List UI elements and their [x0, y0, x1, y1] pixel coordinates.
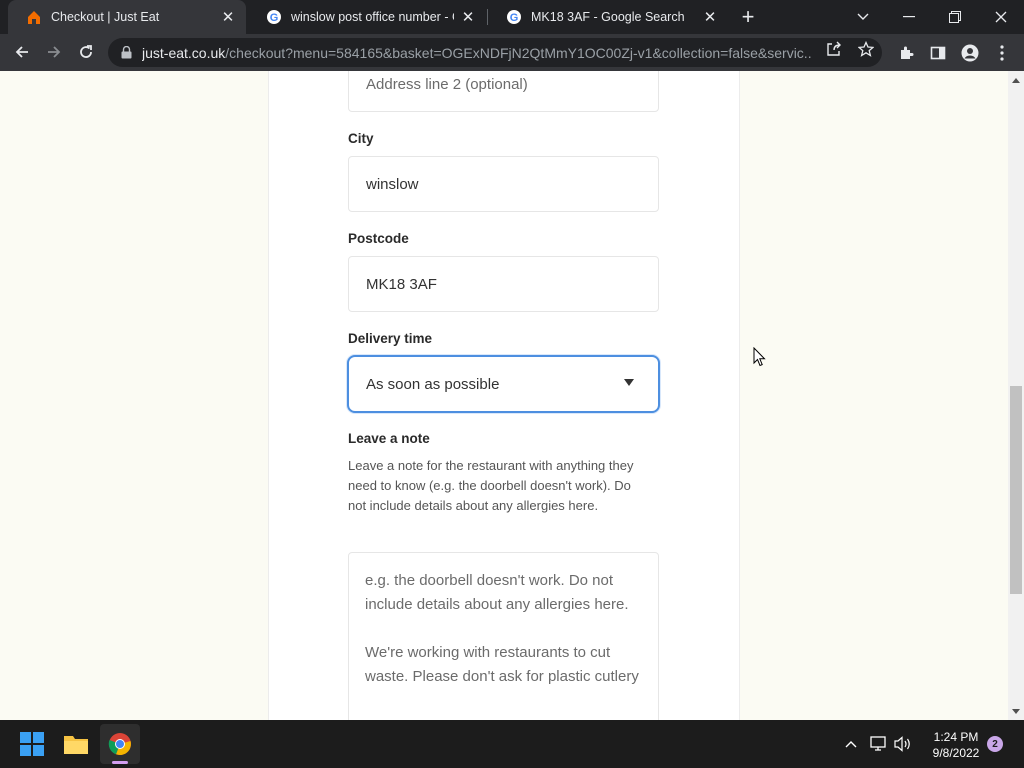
browser-toolbar: just-eat.co.uk/checkout?menu=584165&bask…: [0, 34, 1024, 71]
arrow-right-icon: [48, 46, 61, 58]
postcode-label: Postcode: [348, 231, 409, 246]
close-window-button[interactable]: [978, 0, 1024, 34]
page-viewport: Address line 2 (optional) City winslow P…: [0, 71, 1008, 720]
lock-icon[interactable]: [120, 46, 132, 60]
svg-text:G: G: [510, 12, 519, 24]
note-hint-text: Leave a note for the restaurant with any…: [348, 458, 634, 513]
close-icon: [995, 11, 1007, 23]
chevron-up-icon[interactable]: [841, 734, 861, 754]
start-button[interactable]: [12, 724, 52, 764]
tab-search-button[interactable]: [840, 0, 886, 34]
svg-text:G: G: [270, 12, 279, 24]
scroll-up-icon[interactable]: [1008, 72, 1024, 88]
mouse-cursor-icon: [753, 347, 766, 367]
delivery-time-value: As soon as possible: [366, 375, 500, 393]
menu-kebab-icon[interactable]: [992, 43, 1012, 63]
active-app-indicator: [112, 761, 128, 764]
back-button[interactable]: [8, 38, 36, 66]
caret-down-icon: [624, 379, 634, 386]
forward-button[interactable]: [40, 38, 68, 66]
bookmark-star-icon[interactable]: [858, 41, 874, 57]
tab-just-eat-checkout[interactable]: Checkout | Just Eat ✕: [8, 0, 246, 34]
url-host: just-eat.co.uk: [142, 44, 226, 61]
url-path: /checkout?menu=584165&basket=OGExNDFjN2Q…: [225, 44, 812, 61]
notification-badge[interactable]: 2: [987, 736, 1003, 752]
note-textarea[interactable]: e.g. the doorbell doesn't work. Do not i…: [348, 552, 659, 720]
restore-button[interactable]: [932, 0, 978, 34]
just-eat-icon: [26, 9, 42, 25]
side-panel-icon[interactable]: [928, 43, 948, 63]
restore-icon: [949, 11, 961, 23]
tab-winslow-post-office[interactable]: G winslow post office number - Go ✕: [248, 0, 486, 34]
new-tab-button[interactable]: +: [736, 4, 760, 30]
address-bar[interactable]: just-eat.co.uk/checkout?menu=584165&bask…: [108, 38, 882, 67]
close-tab-icon[interactable]: ✕: [220, 9, 236, 26]
google-icon: G: [266, 9, 282, 25]
reload-button[interactable]: [72, 38, 100, 66]
minimize-button[interactable]: [886, 0, 932, 34]
close-tab-icon[interactable]: ✕: [702, 9, 718, 26]
chrome-taskbar-button[interactable]: [100, 724, 140, 764]
system-clock[interactable]: 1:24 PM 9/8/2022: [920, 729, 992, 761]
network-icon[interactable]: [869, 734, 889, 754]
address-line2-field[interactable]: Address line 2 (optional): [348, 71, 659, 112]
chrome-icon: [108, 733, 131, 756]
reload-icon: [80, 45, 92, 58]
extensions-icon[interactable]: [896, 43, 916, 63]
city-field[interactable]: winslow: [348, 156, 659, 212]
google-icon: G: [506, 9, 522, 25]
tab-title: Checkout | Just Eat: [51, 10, 160, 24]
leave-note-label: Leave a note: [348, 431, 430, 446]
windows-taskbar: 1:24 PM 9/8/2022: [0, 720, 1024, 768]
windows-logo-icon: [20, 732, 44, 756]
close-tab-icon[interactable]: ✕: [460, 9, 476, 26]
chevron-down-icon: [857, 13, 869, 20]
delivery-time-label: Delivery time: [348, 331, 433, 346]
clock-time: 1:24 PM: [933, 730, 979, 744]
arrow-left-icon: [15, 46, 28, 58]
share-icon[interactable]: [826, 41, 842, 57]
profile-icon[interactable]: [960, 43, 980, 63]
postcode-field[interactable]: MK18 3AF: [348, 256, 659, 312]
city-label: City: [348, 131, 374, 146]
url-text[interactable]: just-eat.co.uk/checkout?menu=584165&bask…: [142, 45, 812, 61]
folder-icon: [64, 736, 88, 754]
volume-icon[interactable]: [893, 734, 913, 754]
minimize-icon: [903, 16, 915, 18]
tab-strip: Checkout | Just Eat ✕ G winslow post off…: [0, 0, 1024, 34]
tab-postcode-search[interactable]: G MK18 3AF - Google Search ✕: [488, 0, 728, 34]
delivery-time-select[interactable]: As soon as possible: [347, 355, 660, 413]
clock-date: 9/8/2022: [932, 746, 980, 760]
tab-title: winslow post office number - Go: [291, 10, 454, 24]
scrollbar-thumb[interactable]: [1010, 386, 1022, 594]
scroll-down-icon[interactable]: [1008, 703, 1024, 719]
tab-title: MK18 3AF - Google Search: [531, 10, 685, 24]
file-explorer-button[interactable]: [56, 724, 96, 764]
